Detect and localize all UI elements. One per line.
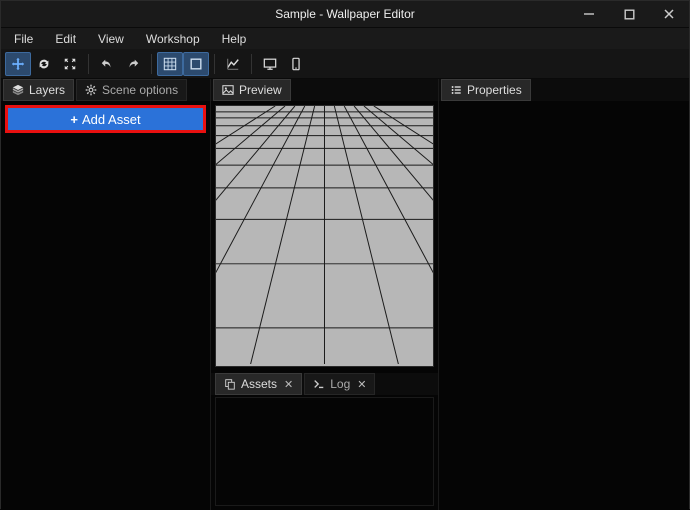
copy-icon bbox=[224, 378, 236, 390]
gear-icon bbox=[85, 84, 97, 96]
layers-icon bbox=[12, 84, 24, 96]
tab-scene-options[interactable]: Scene options bbox=[76, 79, 187, 101]
properties-tabbar: Properties bbox=[439, 79, 689, 101]
window-title: Sample - Wallpaper Editor bbox=[275, 7, 415, 21]
tool-box[interactable] bbox=[183, 52, 209, 76]
tool-monitor[interactable] bbox=[257, 52, 283, 76]
toolbar-separator bbox=[251, 54, 252, 74]
tool-grid[interactable] bbox=[157, 52, 183, 76]
tab-assets-label: Assets bbox=[241, 377, 277, 391]
tab-preview[interactable]: Preview bbox=[213, 79, 291, 101]
right-panel: Properties bbox=[439, 79, 689, 510]
menu-file[interactable]: File bbox=[3, 28, 44, 49]
left-tabbar: Layers Scene options bbox=[1, 79, 210, 101]
menubar: File Edit View Workshop Help bbox=[1, 27, 689, 49]
tool-redo[interactable] bbox=[120, 52, 146, 76]
main-area: Layers Scene options + Add Asset Preview bbox=[1, 79, 689, 510]
preview-grid bbox=[216, 106, 433, 364]
window-controls bbox=[569, 1, 689, 27]
left-panel: Layers Scene options + Add Asset bbox=[1, 79, 211, 510]
menu-edit[interactable]: Edit bbox=[44, 28, 87, 49]
toolbar-separator bbox=[88, 54, 89, 74]
toolbar bbox=[1, 49, 689, 79]
tab-preview-label: Preview bbox=[239, 83, 282, 97]
toolbar-separator bbox=[214, 54, 215, 74]
preview-tabbar: Preview bbox=[211, 79, 438, 101]
preview-viewport[interactable] bbox=[215, 105, 434, 367]
tab-assets[interactable]: Assets ✕ bbox=[215, 373, 302, 395]
terminal-icon bbox=[313, 378, 325, 390]
add-asset-button[interactable]: + Add Asset bbox=[6, 106, 205, 132]
close-button[interactable] bbox=[649, 1, 689, 27]
toolbar-separator bbox=[151, 54, 152, 74]
tab-properties[interactable]: Properties bbox=[441, 79, 531, 101]
menu-help[interactable]: Help bbox=[211, 28, 258, 49]
titlebar: Sample - Wallpaper Editor bbox=[1, 1, 689, 27]
tool-phone[interactable] bbox=[283, 52, 309, 76]
tool-refresh[interactable] bbox=[31, 52, 57, 76]
menu-view[interactable]: View bbox=[87, 28, 135, 49]
maximize-button[interactable] bbox=[609, 1, 649, 27]
list-icon bbox=[450, 84, 462, 96]
image-icon bbox=[222, 84, 234, 96]
tool-chart[interactable] bbox=[220, 52, 246, 76]
tab-log[interactable]: Log ✕ bbox=[304, 373, 375, 395]
bottom-tabbar: Assets ✕ Log ✕ bbox=[211, 373, 438, 395]
tab-properties-label: Properties bbox=[467, 83, 522, 97]
close-icon[interactable]: ✕ bbox=[357, 378, 366, 391]
plus-icon: + bbox=[70, 112, 78, 127]
tab-log-label: Log bbox=[330, 377, 350, 391]
minimize-button[interactable] bbox=[569, 1, 609, 27]
mid-panel: Preview bbox=[211, 79, 439, 510]
tab-scene-options-label: Scene options bbox=[102, 83, 178, 97]
menu-workshop[interactable]: Workshop bbox=[135, 28, 211, 49]
tool-move[interactable] bbox=[5, 52, 31, 76]
assets-panel-body bbox=[215, 397, 434, 506]
tab-layers-label: Layers bbox=[29, 83, 65, 97]
tool-expand[interactable] bbox=[57, 52, 83, 76]
tab-layers[interactable]: Layers bbox=[3, 79, 74, 101]
tool-undo[interactable] bbox=[94, 52, 120, 76]
add-asset-label: Add Asset bbox=[82, 112, 141, 127]
close-icon[interactable]: ✕ bbox=[284, 378, 293, 391]
